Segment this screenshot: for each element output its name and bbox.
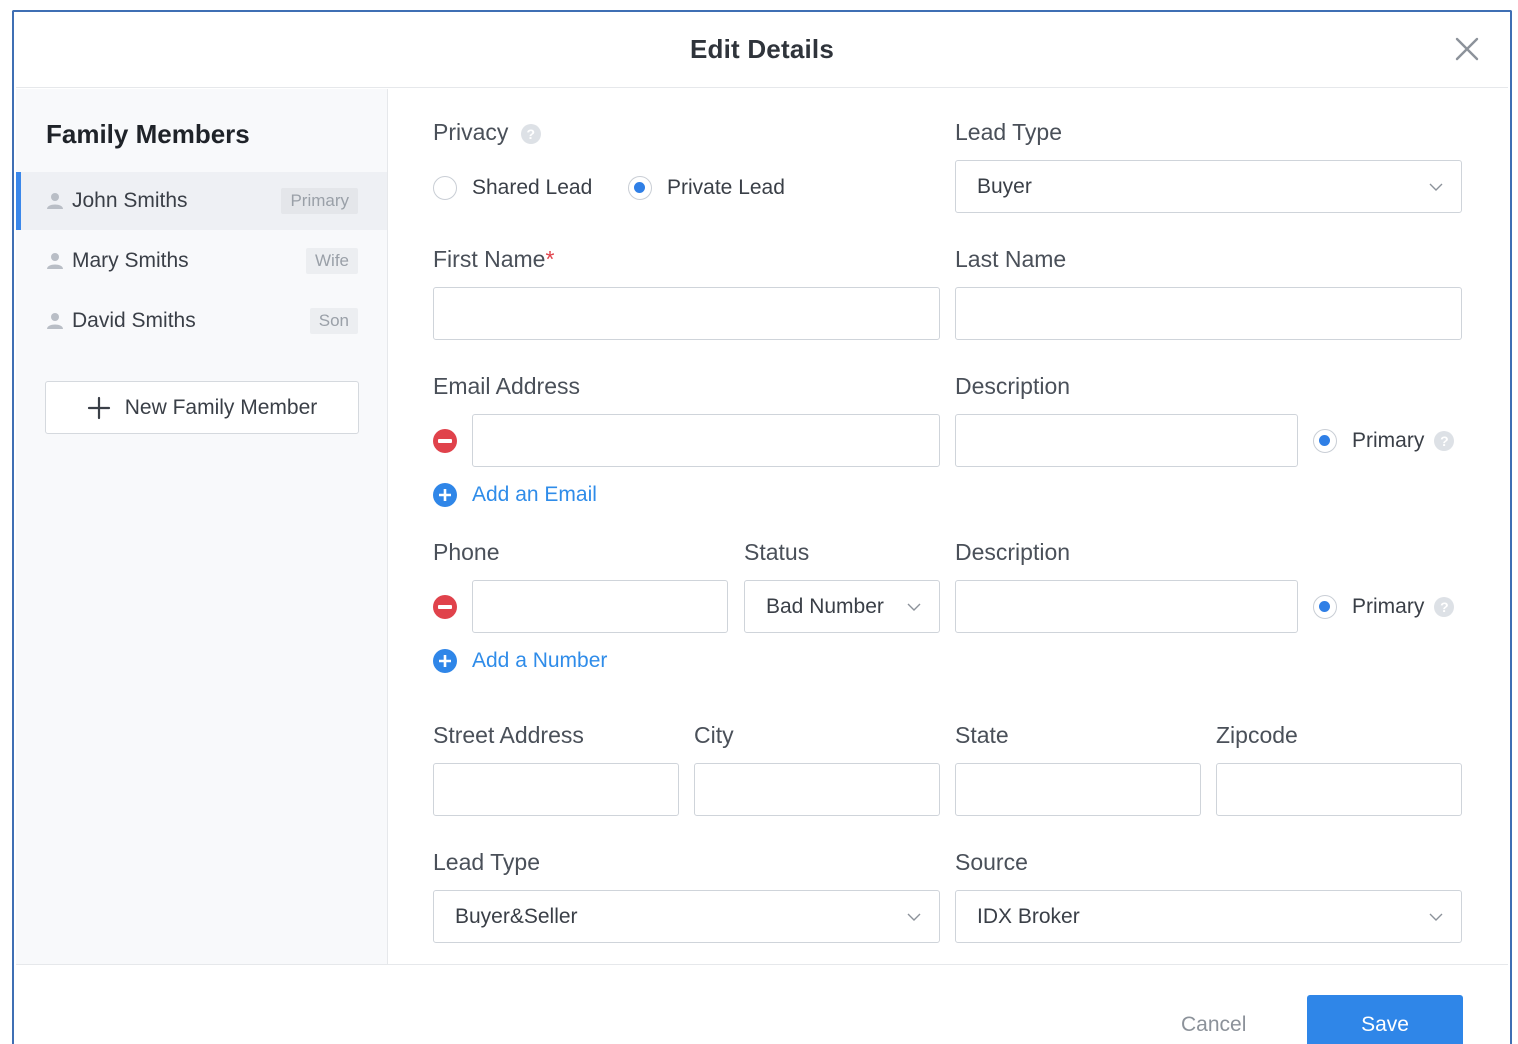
details-form: Privacy ? Shared Lead Private Lead Lead … bbox=[388, 89, 1508, 965]
close-icon bbox=[1455, 37, 1479, 61]
last-name-input[interactable] bbox=[955, 287, 1462, 340]
private-lead-radio[interactable]: Private Lead bbox=[628, 176, 785, 200]
close-button[interactable] bbox=[1452, 34, 1482, 64]
street-address-label: Street Address bbox=[433, 722, 584, 748]
state-label: State bbox=[955, 722, 1009, 748]
lead-type-label: Lead Type bbox=[955, 119, 1063, 145]
shared-lead-radio[interactable]: Shared Lead bbox=[433, 176, 592, 200]
first-name-label: First Name bbox=[433, 246, 546, 272]
sidebar-item-john-smiths[interactable]: John Smiths Primary bbox=[16, 172, 387, 230]
lead-type-select[interactable]: Buyer bbox=[955, 160, 1462, 213]
email-input[interactable] bbox=[472, 414, 940, 467]
private-lead-label: Private Lead bbox=[667, 176, 785, 199]
sidebar-title: Family Members bbox=[46, 119, 250, 149]
phone-status-label: Status bbox=[744, 539, 810, 565]
plus-icon bbox=[87, 396, 110, 419]
phone-input[interactable] bbox=[472, 580, 728, 633]
chevron-down-icon bbox=[907, 603, 921, 611]
help-icon[interactable]: ? bbox=[1434, 431, 1455, 451]
email-primary-radio[interactable]: Primary ? bbox=[1313, 429, 1455, 453]
person-icon bbox=[47, 313, 63, 329]
add-number-link[interactable]: Add a Number bbox=[472, 649, 607, 673]
chevron-down-icon bbox=[907, 913, 921, 921]
phone-primary-label: Primary bbox=[1352, 595, 1425, 618]
email-primary-label: Primary bbox=[1352, 429, 1425, 452]
last-name-label: Last Name bbox=[955, 246, 1067, 272]
first-name-label-row: First Name* bbox=[433, 246, 554, 273]
modal-header: Edit Details bbox=[16, 12, 1508, 88]
add-email-icon[interactable] bbox=[432, 482, 458, 508]
save-button[interactable]: Save bbox=[1307, 995, 1463, 1044]
cancel-button[interactable]: Cancel bbox=[1181, 1013, 1246, 1037]
member-relation-badge: Son bbox=[309, 308, 358, 334]
modal-footer: Cancel Save bbox=[16, 964, 1508, 1044]
remove-email-icon[interactable] bbox=[432, 428, 458, 454]
city-label: City bbox=[694, 722, 734, 748]
phone-primary-radio[interactable]: Primary ? bbox=[1313, 595, 1455, 619]
city-input[interactable] bbox=[694, 763, 940, 816]
source-value: IDX Broker bbox=[977, 904, 1080, 928]
phone-status-select[interactable]: Bad Number bbox=[744, 580, 940, 633]
sidebar-item-mary-smiths[interactable]: Mary Smiths Wife bbox=[16, 232, 387, 290]
help-icon[interactable]: ? bbox=[520, 123, 541, 144]
privacy-label: Privacy bbox=[433, 119, 509, 145]
phone-status-value: Bad Number bbox=[766, 594, 884, 618]
person-icon bbox=[47, 193, 63, 209]
phone-label: Phone bbox=[433, 539, 500, 565]
phone-description-input[interactable] bbox=[955, 580, 1298, 633]
member-relation-badge: Wife bbox=[306, 248, 358, 274]
zipcode-label: Zipcode bbox=[1216, 722, 1298, 748]
member-name: David Smiths bbox=[72, 309, 196, 332]
privacy-label-row: Privacy ? bbox=[433, 119, 541, 146]
person-icon bbox=[47, 253, 63, 269]
source-label: Source bbox=[955, 849, 1028, 875]
email-description-label: Description bbox=[955, 373, 1071, 399]
shared-lead-label: Shared Lead bbox=[472, 176, 593, 199]
phone-description-label: Description bbox=[955, 539, 1071, 565]
email-description-input[interactable] bbox=[955, 414, 1298, 467]
required-mark: * bbox=[545, 246, 555, 272]
sidebar-item-david-smiths[interactable]: David Smiths Son bbox=[16, 292, 387, 350]
lead-type-bottom-value: Buyer&Seller bbox=[455, 904, 578, 928]
new-family-member-label: New Family Member bbox=[124, 395, 318, 419]
radio-circle bbox=[433, 176, 457, 200]
zipcode-input[interactable] bbox=[1216, 763, 1462, 816]
new-family-member-button[interactable]: New Family Member bbox=[45, 381, 359, 434]
member-relation-badge: Primary bbox=[281, 188, 358, 214]
radio-circle-selected bbox=[628, 176, 652, 200]
state-input[interactable] bbox=[955, 763, 1201, 816]
modal-title: Edit Details bbox=[690, 34, 834, 64]
add-email-link[interactable]: Add an Email bbox=[472, 483, 597, 507]
email-address-label: Email Address bbox=[433, 373, 581, 399]
add-number-icon[interactable] bbox=[432, 648, 458, 674]
remove-phone-icon[interactable] bbox=[432, 594, 458, 620]
help-icon[interactable]: ? bbox=[1434, 597, 1455, 617]
member-name: John Smiths bbox=[72, 189, 188, 212]
radio-circle-selected bbox=[1313, 595, 1337, 619]
family-sidebar: Family Members John Smiths Primary Mary … bbox=[16, 89, 388, 965]
street-address-input[interactable] bbox=[433, 763, 679, 816]
lead-type-bottom-label: Lead Type bbox=[433, 849, 541, 875]
edit-details-modal: Edit Details Family Members John Smiths … bbox=[16, 12, 1508, 1044]
chevron-down-icon bbox=[1429, 913, 1443, 921]
chevron-down-icon bbox=[1429, 183, 1443, 191]
radio-circle-selected bbox=[1313, 429, 1337, 453]
first-name-input[interactable] bbox=[433, 287, 940, 340]
source-select[interactable]: IDX Broker bbox=[955, 890, 1462, 943]
lead-type-bottom-select[interactable]: Buyer&Seller bbox=[433, 890, 940, 943]
member-name: Mary Smiths bbox=[72, 249, 189, 272]
lead-type-value: Buyer bbox=[977, 174, 1032, 198]
